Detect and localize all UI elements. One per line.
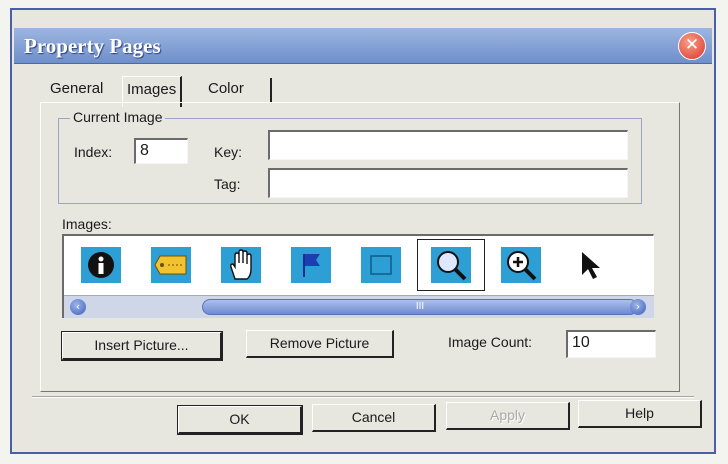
- magnifier-icon: [431, 247, 471, 283]
- image-count-field: 10: [566, 330, 656, 358]
- window-title: Property Pages: [24, 34, 161, 58]
- chevron-right-icon: ›: [635, 300, 641, 313]
- help-label: Help: [625, 405, 654, 421]
- scroll-right-button[interactable]: ›: [630, 299, 646, 315]
- tab-images-label: Images: [127, 81, 177, 98]
- cancel-label: Cancel: [351, 409, 396, 425]
- tab-general[interactable]: General: [46, 76, 107, 101]
- current-image-group-label: Current Image: [70, 109, 166, 125]
- tab-general-label: General: [50, 80, 104, 97]
- insert-picture-button[interactable]: Insert Picture...: [61, 331, 223, 361]
- image-list[interactable]: ‹ III ›: [62, 234, 654, 318]
- image-count-value: 10: [572, 334, 590, 351]
- hand-icon: [221, 247, 261, 283]
- image-tiles: [66, 238, 632, 292]
- image-tile[interactable]: [556, 238, 626, 292]
- image-tile[interactable]: [276, 238, 346, 292]
- tag-icon: [151, 247, 191, 283]
- tag-label: Tag:: [214, 176, 241, 192]
- arrow-pointer-icon: [571, 247, 611, 283]
- scroll-left-button[interactable]: ‹: [70, 299, 86, 315]
- help-button[interactable]: Help: [578, 400, 702, 428]
- button-separator: [32, 396, 694, 398]
- apply-button[interactable]: Apply: [446, 402, 570, 430]
- zoom-in-icon: [501, 247, 541, 283]
- image-list-scrollbar[interactable]: ‹ III ›: [64, 295, 654, 318]
- image-tile-selected[interactable]: [416, 238, 486, 292]
- remove-picture-button[interactable]: Remove Picture: [246, 330, 394, 358]
- images-label: Images:: [62, 216, 112, 232]
- tab-divider: [270, 78, 272, 102]
- square-icon: [361, 247, 401, 283]
- image-count-label: Image Count:: [448, 334, 533, 350]
- image-tile[interactable]: [346, 238, 416, 292]
- index-label: Index:: [74, 144, 113, 160]
- apply-label: Apply: [489, 407, 526, 423]
- remove-picture-label: Remove Picture: [269, 335, 370, 351]
- tab-color[interactable]: Color: [204, 76, 248, 101]
- image-tile[interactable]: [486, 238, 556, 292]
- tag-field[interactable]: [268, 168, 628, 198]
- cancel-button[interactable]: Cancel: [312, 404, 436, 432]
- scroll-thumb-grip: III: [415, 301, 425, 312]
- chevron-left-icon: ‹: [75, 300, 81, 313]
- scroll-thumb[interactable]: III: [202, 299, 638, 315]
- close-button[interactable]: ✕: [678, 32, 706, 60]
- image-tile[interactable]: [136, 238, 206, 292]
- insert-picture-label: Insert Picture...: [94, 337, 189, 353]
- image-tile[interactable]: [66, 238, 136, 292]
- flag-icon: [291, 247, 331, 283]
- key-field[interactable]: [268, 130, 628, 160]
- ok-label: OK: [229, 411, 250, 427]
- index-value: 8: [140, 142, 149, 159]
- ok-button[interactable]: OK: [177, 405, 303, 435]
- close-icon: ✕: [684, 35, 700, 55]
- image-tile[interactable]: [206, 238, 276, 292]
- title-bar[interactable]: Property Pages ✕: [14, 28, 712, 64]
- info-icon: [81, 247, 121, 283]
- index-field[interactable]: 8: [134, 138, 188, 164]
- key-label: Key:: [214, 144, 243, 160]
- tab-color-label: Color: [208, 80, 244, 97]
